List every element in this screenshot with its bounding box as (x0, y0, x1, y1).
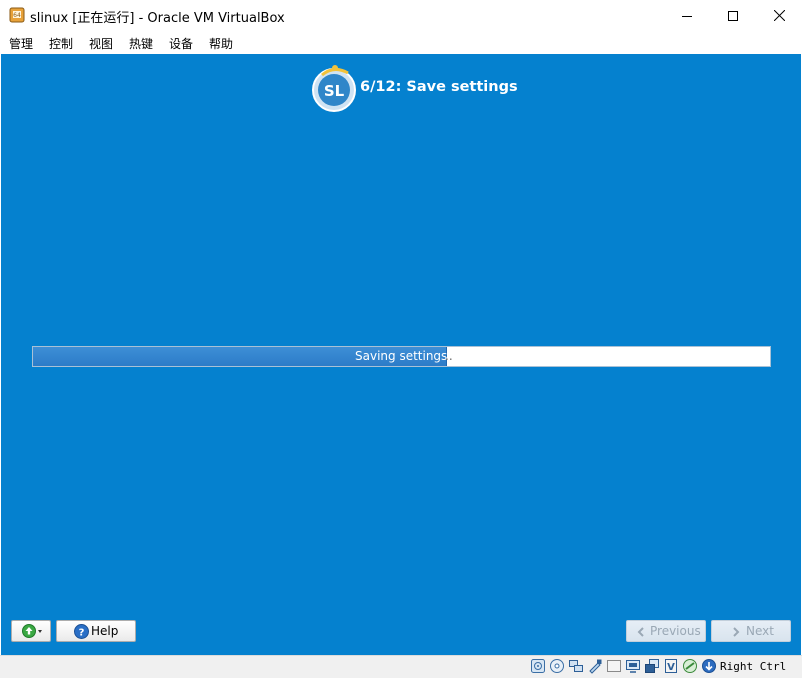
help-button[interactable]: ? Help (56, 620, 136, 642)
previous-button[interactable]: Previous (626, 620, 706, 642)
host-key-label: Right Ctrl (720, 660, 787, 673)
menu-manage[interactable]: 管理 (9, 35, 33, 52)
previous-button-label: Previous (650, 624, 701, 638)
next-button-label: Next (746, 624, 774, 638)
svg-text:SL: SL (324, 82, 345, 100)
video-capture-icon[interactable] (644, 658, 660, 674)
status-bar: V Right Ctrl (0, 655, 802, 678)
scientific-linux-logo: SL (310, 63, 358, 113)
virtualbox-app-icon: 64 (9, 7, 25, 23)
optical-drive-icon[interactable] (549, 658, 565, 674)
usb-icon[interactable] (587, 658, 603, 674)
window-title: slinux [正在运行] - Oracle VM VirtualBox (30, 11, 285, 26)
keyboard-capture-icon[interactable] (701, 658, 717, 674)
title-bar: 64 slinux [正在运行] - Oracle VM VirtualBox (0, 0, 802, 31)
svg-text:V: V (667, 662, 675, 673)
step-title: 6/12: Save settings (360, 79, 518, 95)
minimize-button[interactable] (664, 0, 710, 31)
guest-display[interactable]: SL 6/12: Save settings Saving settings .… (1, 54, 801, 655)
shared-folders-icon[interactable] (606, 658, 622, 674)
display-icon[interactable] (625, 658, 641, 674)
hard-disk-icon[interactable] (530, 658, 546, 674)
next-button[interactable]: Next (711, 620, 791, 642)
up-arrow-dropdown-icon (22, 624, 42, 638)
svg-text:?: ? (79, 628, 85, 639)
help-icon: ? (74, 624, 89, 639)
maximize-icon (728, 10, 738, 21)
network-icon[interactable] (568, 658, 584, 674)
close-button[interactable] (756, 0, 802, 31)
progress-label: Saving settings (355, 349, 448, 363)
minimize-icon (682, 15, 692, 17)
menu-bar: 管理 控制 视图 热键 设备 帮助 (0, 31, 802, 54)
chevron-right-icon (733, 627, 740, 637)
menu-devices[interactable]: 设备 (169, 35, 193, 52)
help-button-label: Help (91, 624, 119, 638)
maximize-button[interactable] (710, 0, 756, 31)
svg-text:64: 64 (13, 12, 21, 19)
menu-view[interactable]: 视图 (89, 35, 113, 52)
menu-control[interactable]: 控制 (49, 35, 73, 52)
chevron-left-icon (637, 627, 644, 637)
progress-bar: Saving settings .. (32, 346, 771, 367)
close-icon (773, 10, 785, 21)
progress-ellipsis: .. (445, 349, 453, 363)
language-menu-button[interactable] (11, 620, 51, 642)
cpu-icon[interactable]: V (663, 658, 679, 674)
mouse-integration-icon[interactable] (682, 658, 698, 674)
menu-hotkeys[interactable]: 热键 (129, 35, 153, 52)
menu-help[interactable]: 帮助 (209, 35, 233, 52)
